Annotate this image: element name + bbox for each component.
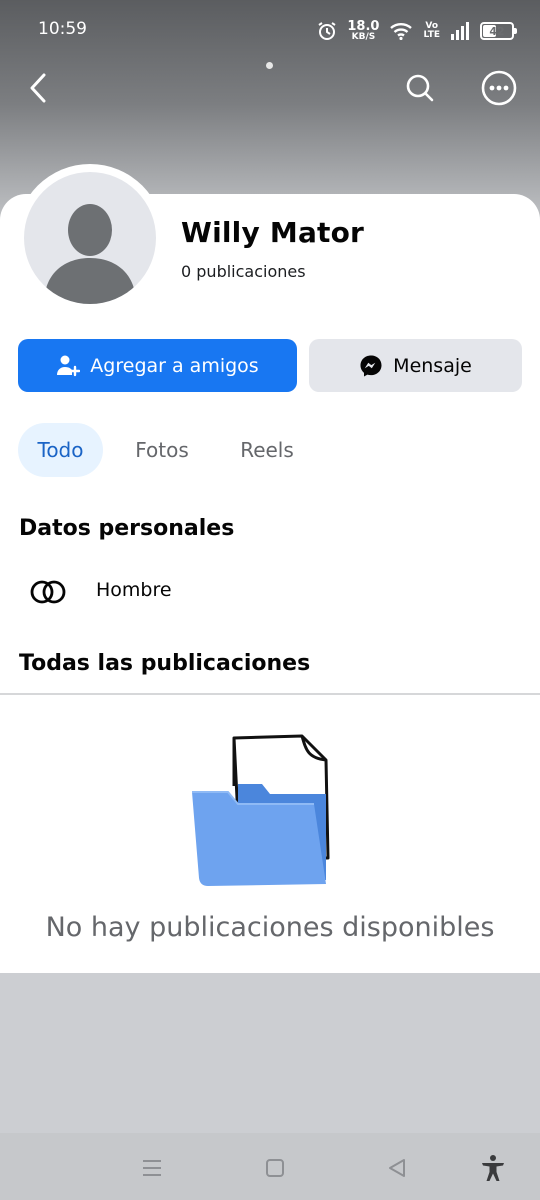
add-friend-label: Agregar a amigos xyxy=(90,354,259,377)
profile-name: Willy Mator xyxy=(181,216,365,249)
net-speed: 18.0 KB/S xyxy=(347,19,380,42)
message-button[interactable]: Mensaje xyxy=(309,339,522,392)
battery-icon: 42 xyxy=(480,22,517,40)
empty-posts-message: No hay publicaciones disponibles xyxy=(45,912,495,943)
default-avatar-icon xyxy=(44,204,136,304)
status-time: 10:59 xyxy=(38,19,87,39)
tab-todo[interactable]: Todo xyxy=(18,423,103,477)
divider xyxy=(0,693,540,695)
posts-count: 0 publicaciones xyxy=(181,262,306,281)
back-icon xyxy=(389,1159,405,1177)
alarm-icon xyxy=(317,21,337,41)
volte-indicator: Vo LTE xyxy=(423,21,440,40)
signal-icon xyxy=(450,22,470,40)
messenger-icon xyxy=(360,355,382,376)
tab-fotos[interactable]: Fotos xyxy=(120,423,204,477)
search-button[interactable] xyxy=(400,66,440,110)
gender-value: Hombre xyxy=(96,579,172,601)
system-navigation-bar xyxy=(0,1133,540,1200)
empty-folder-icon xyxy=(192,734,330,886)
add-friend-icon xyxy=(57,355,81,376)
all-posts-title: Todas las publicaciones xyxy=(19,651,311,676)
top-navigation xyxy=(0,60,540,116)
menu-icon xyxy=(143,1160,161,1176)
home-button[interactable] xyxy=(258,1151,292,1185)
search-icon xyxy=(406,74,434,102)
avatar[interactable] xyxy=(24,172,156,304)
status-icons: 18.0 KB/S Vo LTE 42 xyxy=(317,18,517,44)
more-options-icon xyxy=(481,70,517,106)
back-button[interactable] xyxy=(18,66,58,110)
wifi-icon xyxy=(389,22,413,40)
add-friend-button[interactable]: Agregar a amigos xyxy=(18,339,297,392)
system-back-button[interactable] xyxy=(380,1151,414,1185)
accessibility-button[interactable] xyxy=(476,1151,510,1185)
message-label: Mensaje xyxy=(393,354,472,377)
tab-reels[interactable]: Reels xyxy=(226,423,308,477)
accessibility-icon xyxy=(482,1155,504,1181)
battery-level: 42 xyxy=(489,24,505,38)
recent-apps-button[interactable] xyxy=(135,1151,169,1185)
more-options-button[interactable] xyxy=(479,66,519,110)
gender-icon xyxy=(30,580,66,604)
personal-data-title: Datos personales xyxy=(19,516,235,541)
back-arrow-icon xyxy=(30,73,46,103)
status-bar: 10:59 18.0 KB/S Vo LTE 42 xyxy=(0,0,540,60)
home-icon xyxy=(266,1159,284,1177)
